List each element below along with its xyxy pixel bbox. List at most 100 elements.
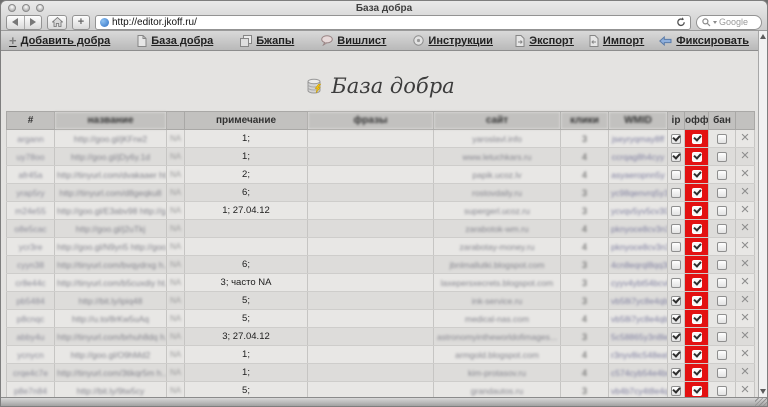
- ip-checkbox[interactable]: [671, 242, 681, 252]
- ban-checkbox[interactable]: [717, 134, 727, 144]
- off-checkbox[interactable]: [692, 368, 702, 378]
- column-header: офф: [685, 112, 709, 130]
- ip-checkbox[interactable]: [671, 350, 681, 360]
- off-checkbox[interactable]: [692, 350, 702, 360]
- delete-button[interactable]: ×: [741, 329, 750, 343]
- wmid-text: 5c58865y3n8le4y: [611, 332, 668, 342]
- forward-button[interactable]: [25, 16, 42, 29]
- toolbar-link-import[interactable]: Импорт: [589, 35, 644, 47]
- url-text: http://goo.gl/N9yri5 http://goo...: [57, 242, 167, 252]
- toolbar-link-instructions[interactable]: Инструкции: [413, 35, 493, 47]
- url-text: http://goo.gl/jDy6y.1d: [71, 152, 150, 162]
- cell-id: m24e55: [7, 202, 55, 220]
- delete-button[interactable]: ×: [741, 365, 750, 379]
- cell-site: ink-service.ru: [434, 292, 561, 310]
- ban-checkbox[interactable]: [717, 206, 727, 216]
- search-field[interactable]: Google: [696, 15, 762, 30]
- delete-button[interactable]: ×: [741, 203, 750, 217]
- url-text[interactable]: http://editor.jkoff.ru/: [112, 17, 673, 28]
- delete-button[interactable]: ×: [741, 149, 750, 163]
- ip-checkbox[interactable]: [671, 188, 681, 198]
- off-checkbox[interactable]: [692, 206, 702, 216]
- ban-checkbox[interactable]: [717, 152, 727, 162]
- ban-checkbox[interactable]: [717, 350, 727, 360]
- delete-button[interactable]: ×: [741, 131, 750, 145]
- delete-button[interactable]: ×: [741, 275, 750, 289]
- ban-checkbox[interactable]: [717, 224, 727, 234]
- ban-checkbox[interactable]: [717, 170, 727, 180]
- ip-checkbox[interactable]: [671, 260, 681, 270]
- off-checkbox[interactable]: [692, 224, 702, 234]
- ban-checkbox[interactable]: [717, 314, 727, 324]
- ip-checkbox[interactable]: [671, 386, 681, 396]
- ip-checkbox[interactable]: [671, 296, 681, 306]
- ban-checkbox[interactable]: [717, 332, 727, 342]
- ban-checkbox[interactable]: [717, 242, 727, 252]
- delete-button[interactable]: ×: [741, 293, 750, 307]
- toolbar-link-export[interactable]: Экспорт: [515, 35, 574, 47]
- off-checkbox[interactable]: [692, 152, 702, 162]
- delete-button[interactable]: ×: [741, 347, 750, 361]
- ban-checkbox[interactable]: [717, 296, 727, 306]
- delete-button[interactable]: ×: [741, 257, 750, 271]
- toolbar-link-bzhapy[interactable]: Бжапы: [240, 35, 294, 47]
- delete-button[interactable]: ×: [741, 221, 750, 235]
- off-checkbox[interactable]: [692, 332, 702, 342]
- ip-checkbox[interactable]: [671, 206, 681, 216]
- table-row: m24e55http://goo.gl/E3abv98 http://g...N…: [7, 202, 755, 220]
- ban-checkbox[interactable]: [717, 188, 727, 198]
- resize-grip-icon[interactable]: [755, 398, 767, 406]
- cell-site: www.letuchkars.ru: [434, 148, 561, 166]
- off-checkbox[interactable]: [692, 296, 702, 306]
- cell-id: argann: [7, 130, 55, 148]
- reload-button[interactable]: [676, 17, 686, 27]
- off-checkbox[interactable]: [692, 170, 702, 180]
- toolbar-link-database[interactable]: База добра: [137, 35, 213, 47]
- home-button[interactable]: [47, 15, 67, 30]
- scroll-up-icon[interactable]: [760, 34, 766, 39]
- wmid-text: r3nyv8ic548ea9: [611, 350, 668, 360]
- database-icon: [306, 78, 323, 95]
- table-row: p8cnqchttp://u.to/8rKw5uAqNA5;medical-na…: [7, 310, 755, 328]
- delete-button[interactable]: ×: [741, 185, 750, 199]
- cell-wmid: r3nyv8ic548ea9: [609, 346, 668, 364]
- ip-checkbox[interactable]: [671, 152, 681, 162]
- ban-checkbox[interactable]: [717, 260, 727, 270]
- ip-checkbox[interactable]: [671, 314, 681, 324]
- toolbar-link-add[interactable]: + Добавить добра: [9, 35, 110, 47]
- off-checkbox[interactable]: [692, 314, 702, 324]
- off-checkbox[interactable]: [692, 242, 702, 252]
- back-button[interactable]: [7, 16, 25, 29]
- toolbar-link-wishlist[interactable]: Вишлист: [321, 35, 386, 47]
- ip-checkbox[interactable]: [671, 332, 681, 342]
- search-engine-dropdown-icon[interactable]: [713, 21, 717, 24]
- cell-delete: ×: [736, 274, 755, 292]
- delete-button[interactable]: ×: [741, 167, 750, 181]
- cell-off: [685, 364, 709, 382]
- cell-wmid: asyaeropnn5y: [609, 166, 668, 184]
- off-checkbox[interactable]: [692, 134, 702, 144]
- off-checkbox[interactable]: [692, 188, 702, 198]
- new-tab-button[interactable]: +: [72, 15, 90, 30]
- ip-checkbox[interactable]: [671, 368, 681, 378]
- toolbar-link-fix[interactable]: Фиксировать: [659, 35, 749, 47]
- site-text: ink-service.ru: [472, 296, 523, 306]
- off-checkbox[interactable]: [692, 386, 702, 396]
- ban-checkbox[interactable]: [717, 386, 727, 396]
- vertical-scrollbar[interactable]: [758, 31, 767, 397]
- ip-checkbox[interactable]: [671, 170, 681, 180]
- ip-checkbox[interactable]: [671, 278, 681, 288]
- ban-checkbox[interactable]: [717, 278, 727, 288]
- wmid-text: ycvqv5yv5cv3l3: [611, 206, 668, 216]
- ip-checkbox[interactable]: [671, 224, 681, 234]
- delete-button[interactable]: ×: [741, 383, 750, 397]
- cell-site: medical-nas.com: [434, 310, 561, 328]
- address-bar[interactable]: http://editor.jkoff.ru/: [95, 15, 691, 30]
- scroll-down-icon[interactable]: [760, 389, 766, 394]
- ip-checkbox[interactable]: [671, 134, 681, 144]
- delete-button[interactable]: ×: [741, 239, 750, 253]
- off-checkbox[interactable]: [692, 260, 702, 270]
- off-checkbox[interactable]: [692, 278, 702, 288]
- delete-button[interactable]: ×: [741, 311, 750, 325]
- ban-checkbox[interactable]: [717, 368, 727, 378]
